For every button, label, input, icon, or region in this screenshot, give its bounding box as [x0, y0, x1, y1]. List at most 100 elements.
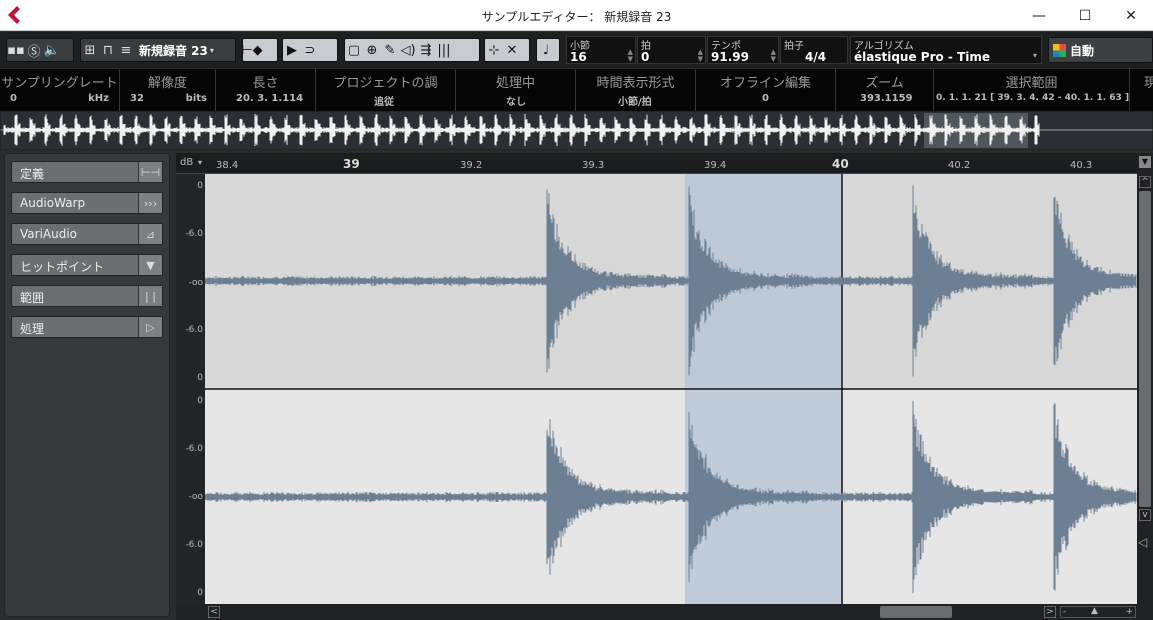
bar-value[interactable]: 16 — [570, 50, 587, 64]
spinner-icon[interactable]: ▲ ▼ — [628, 49, 633, 63]
chevron-down-icon[interactable]: ▾ — [198, 158, 202, 167]
warp-icon[interactable]: ››› — [138, 193, 162, 213]
event-selector[interactable]: 新規録音 23 — [139, 42, 208, 59]
speaker-tool-icon[interactable]: ◁) — [399, 41, 417, 59]
section-hitpoints[interactable]: ヒットポイント ▼ — [11, 254, 163, 276]
section-variaudio[interactable]: VariAudio ⊿ — [11, 223, 163, 245]
title-bar: サンプルエディター： 新規録音 23 — ☐ ✕ — [0, 0, 1153, 31]
scroll-down-icon[interactable]: v — [1139, 509, 1151, 521]
select-tool-icon[interactable]: ▢ — [345, 41, 363, 59]
info-value: 20. 3. 1.114 — [236, 93, 304, 104]
db-label: -6.0 — [185, 325, 203, 335]
section-label: AudioWarp — [20, 196, 86, 210]
variaudio-icon[interactable]: ⊿ — [138, 224, 162, 244]
db-unit-label[interactable]: dB — [180, 157, 193, 168]
stack-icon[interactable]: ≡ — [117, 41, 135, 59]
layout-icon[interactable]: ▪▪ — [7, 41, 25, 59]
spinner-icon[interactable]: ▲ ▼ — [698, 49, 703, 63]
zoom-slider[interactable]: - ▲ + — [1060, 606, 1136, 618]
range-icon[interactable]: | | — [138, 286, 162, 306]
info-value: 0 — [762, 93, 769, 104]
flag-icon[interactable]: ⊓ — [99, 41, 117, 59]
cut-icon[interactable]: ⊹ — [485, 41, 503, 59]
tempo-field[interactable]: テンポ 91.99 ▲ ▼ — [707, 36, 779, 64]
algorithm-field[interactable]: アルゴリズム élastique Pro - Time ▾ — [850, 36, 1042, 64]
bar-field[interactable]: 小節 16 ▲ ▼ — [566, 36, 636, 64]
loop-icon[interactable]: ⊃ — [301, 41, 319, 59]
overview-waveform[interactable] — [0, 110, 1153, 151]
signature-field[interactable]: 拍子 4/4 — [780, 36, 848, 64]
warp-tool-icon[interactable]: ⇶ — [417, 41, 435, 59]
vertical-scrollbar[interactable]: ▼ ^ v ◁ — [1137, 153, 1153, 604]
db-label: -oo — [188, 492, 203, 502]
scroll-left-icon[interactable]: < — [208, 606, 220, 618]
section-audiowarp[interactable]: AudioWarp ››› — [11, 192, 163, 214]
zoom-tool-icon[interactable]: ⊕ — [363, 41, 381, 59]
section-range[interactable]: 範囲 | | — [11, 285, 163, 307]
close-button[interactable]: ✕ — [1108, 0, 1153, 31]
color-grid-icon — [1053, 43, 1066, 57]
edit-group: ⊹ ✕ — [484, 38, 530, 62]
scroll-thumb[interactable] — [1139, 191, 1151, 507]
play-icon[interactable]: ▶ — [283, 41, 301, 59]
zoom-slider-triangle-icon[interactable]: ◁ — [1138, 535, 1147, 549]
auto-group[interactable]: 自動 — [1048, 37, 1153, 63]
signature-value[interactable]: 4/4 — [805, 50, 826, 64]
tempo-value[interactable]: 91.99 — [711, 50, 749, 64]
waveform-display[interactable] — [204, 174, 1137, 604]
info-header: 選択範囲 — [1005, 76, 1058, 91]
info-time-format[interactable]: 時間表示形式 小節/拍 — [576, 69, 696, 111]
ruler-label: 39.4 — [704, 160, 727, 171]
info-length[interactable]: 長さ 20. 3. 1.114 — [216, 69, 316, 111]
info-zoom[interactable]: ズーム 393.1159 — [836, 69, 934, 111]
spinner-icon[interactable]: ▲ ▼ — [771, 49, 776, 63]
info-sample-rate[interactable]: サンプリングレート 0 kHz — [0, 69, 120, 111]
horizontal-scrollbar[interactable]: < > - ▲ + — [176, 604, 1153, 620]
info-selection[interactable]: 選択範囲 0. 1. 1. 21 [ 39. 3. 4. 42 - 40. 1.… — [934, 69, 1130, 111]
pencil-tool-icon[interactable]: ✎ — [381, 41, 399, 59]
info-resolution[interactable]: 解像度 32 bits — [120, 69, 216, 111]
hitpoint-icon[interactable]: ▼ — [138, 255, 162, 275]
info-processing[interactable]: 処理中 なし — [456, 69, 576, 111]
section-label: ヒットポイント — [20, 260, 105, 274]
zoom-out-icon[interactable]: - — [1063, 607, 1066, 617]
note-icon[interactable]: ♩ — [537, 41, 555, 59]
info-current[interactable]: 現 — [1130, 69, 1153, 111]
chevron-down-icon[interactable]: ▾ — [1033, 51, 1037, 60]
info-line: サンプリングレート 0 kHz 解像度 32 bits 長さ 20. 3. 1.… — [0, 69, 1153, 111]
ruler[interactable]: dB ▾ 38.4 39 39.2 39.3 39.4 40 40.2 40.3 — [176, 153, 1138, 174]
section-process[interactable]: 処理 ▷ — [11, 316, 163, 338]
section-label: 処理 — [20, 322, 45, 336]
snap-icon[interactable]: ⊢◆ — [241, 41, 262, 59]
chevron-down-icon[interactable]: ▾ — [210, 46, 214, 55]
db-label: 0 — [197, 396, 203, 406]
beat-field[interactable]: 拍 0 ▲ ▼ — [637, 36, 706, 64]
minimize-button[interactable]: — — [1016, 0, 1062, 31]
follow-icon[interactable]: ⊞ — [81, 41, 99, 59]
beat-value[interactable]: 0 — [641, 50, 649, 64]
x-icon[interactable]: ✕ — [503, 41, 521, 59]
overview-line[interactable] — [0, 110, 1153, 151]
waveform-canvas[interactable] — [204, 174, 1137, 604]
scroll-thumb[interactable] — [880, 606, 952, 618]
maximize-button[interactable]: ☐ — [1062, 0, 1108, 31]
zoom-in-icon[interactable]: + — [1125, 607, 1133, 617]
zoom-handle-icon[interactable]: ▲ — [1091, 606, 1098, 616]
info-project-key[interactable]: プロジェクトの調 追従 — [316, 69, 456, 111]
db-label: 0 — [197, 373, 203, 383]
info-offline-edit[interactable]: オフライン編集 0 — [696, 69, 836, 111]
scroll-up-icon[interactable]: ^ — [1139, 176, 1151, 188]
section-define[interactable]: 定義 ⊢⊣ — [11, 161, 163, 183]
process-icon[interactable]: ▷ — [138, 317, 162, 337]
event-group: ⊞ ⊓ ≡ 新規録音 23 ▾ — [80, 38, 236, 62]
info-value: 0 — [10, 93, 17, 104]
solo-icon[interactable]: Ⓢ — [25, 41, 43, 60]
info-value: なし — [506, 97, 526, 108]
scroll-right-icon[interactable]: > — [1044, 606, 1056, 618]
algorithm-value[interactable]: élastique Pro - Time — [854, 50, 990, 64]
zoom-menu-icon[interactable]: ▼ — [1139, 156, 1151, 168]
hitpoint-tool-icon[interactable]: ||| — [435, 41, 453, 59]
info-header: サンプリングレート — [1, 76, 118, 91]
define-icon[interactable]: ⊢⊣ — [138, 162, 162, 182]
speaker-icon[interactable]: 🔈 — [43, 41, 61, 59]
